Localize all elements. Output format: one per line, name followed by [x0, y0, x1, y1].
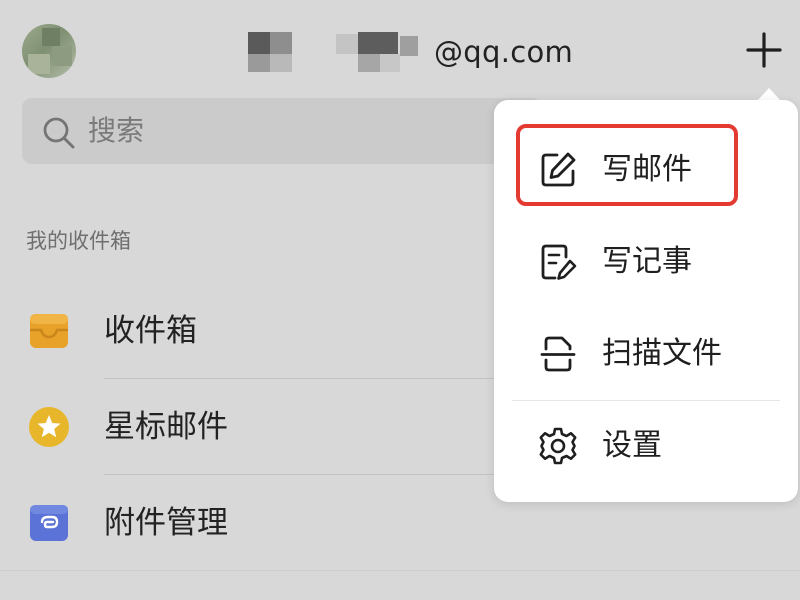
mailbox-item-inbox[interactable]: 收件箱	[0, 284, 500, 378]
inbox-tray-icon	[30, 314, 68, 348]
scan-document-icon	[540, 336, 576, 372]
highlight-annotation	[516, 124, 738, 206]
menu-divider	[512, 400, 780, 401]
divider	[104, 474, 500, 475]
menu-item-scan-document[interactable]: 扫描文件	[494, 314, 798, 394]
gear-icon	[539, 427, 577, 465]
account-address: @qq.com	[248, 30, 573, 74]
menu-item-label: 扫描文件	[602, 336, 722, 371]
mailbox-item-attachments[interactable]: 附件管理	[0, 476, 500, 570]
plus-icon	[746, 32, 782, 68]
divider	[104, 378, 500, 379]
note-edit-icon	[541, 244, 577, 280]
mailbox-item-label: 附件管理	[104, 505, 228, 541]
attachment-clip-icon	[30, 505, 68, 541]
divider	[0, 570, 800, 571]
avatar[interactable]	[22, 24, 76, 78]
menu-item-label: 写记事	[602, 244, 692, 279]
mailbox-item-label: 星标邮件	[104, 409, 228, 445]
mailbox-item-label: 收件箱	[104, 313, 197, 349]
search-icon	[43, 117, 75, 149]
section-title: 我的收件箱	[26, 229, 131, 253]
search-input[interactable]: 搜索	[22, 98, 542, 164]
mailbox-item-starred[interactable]: 星标邮件	[0, 380, 500, 474]
menu-item-label: 设置	[602, 428, 662, 463]
account-domain: @qq.com	[434, 35, 574, 69]
menu-item-settings[interactable]: 设置	[494, 406, 798, 486]
star-circle-icon	[29, 407, 69, 447]
menu-item-write-note[interactable]: 写记事	[494, 222, 798, 302]
search-placeholder: 搜索	[88, 114, 145, 147]
add-button[interactable]	[742, 28, 786, 72]
